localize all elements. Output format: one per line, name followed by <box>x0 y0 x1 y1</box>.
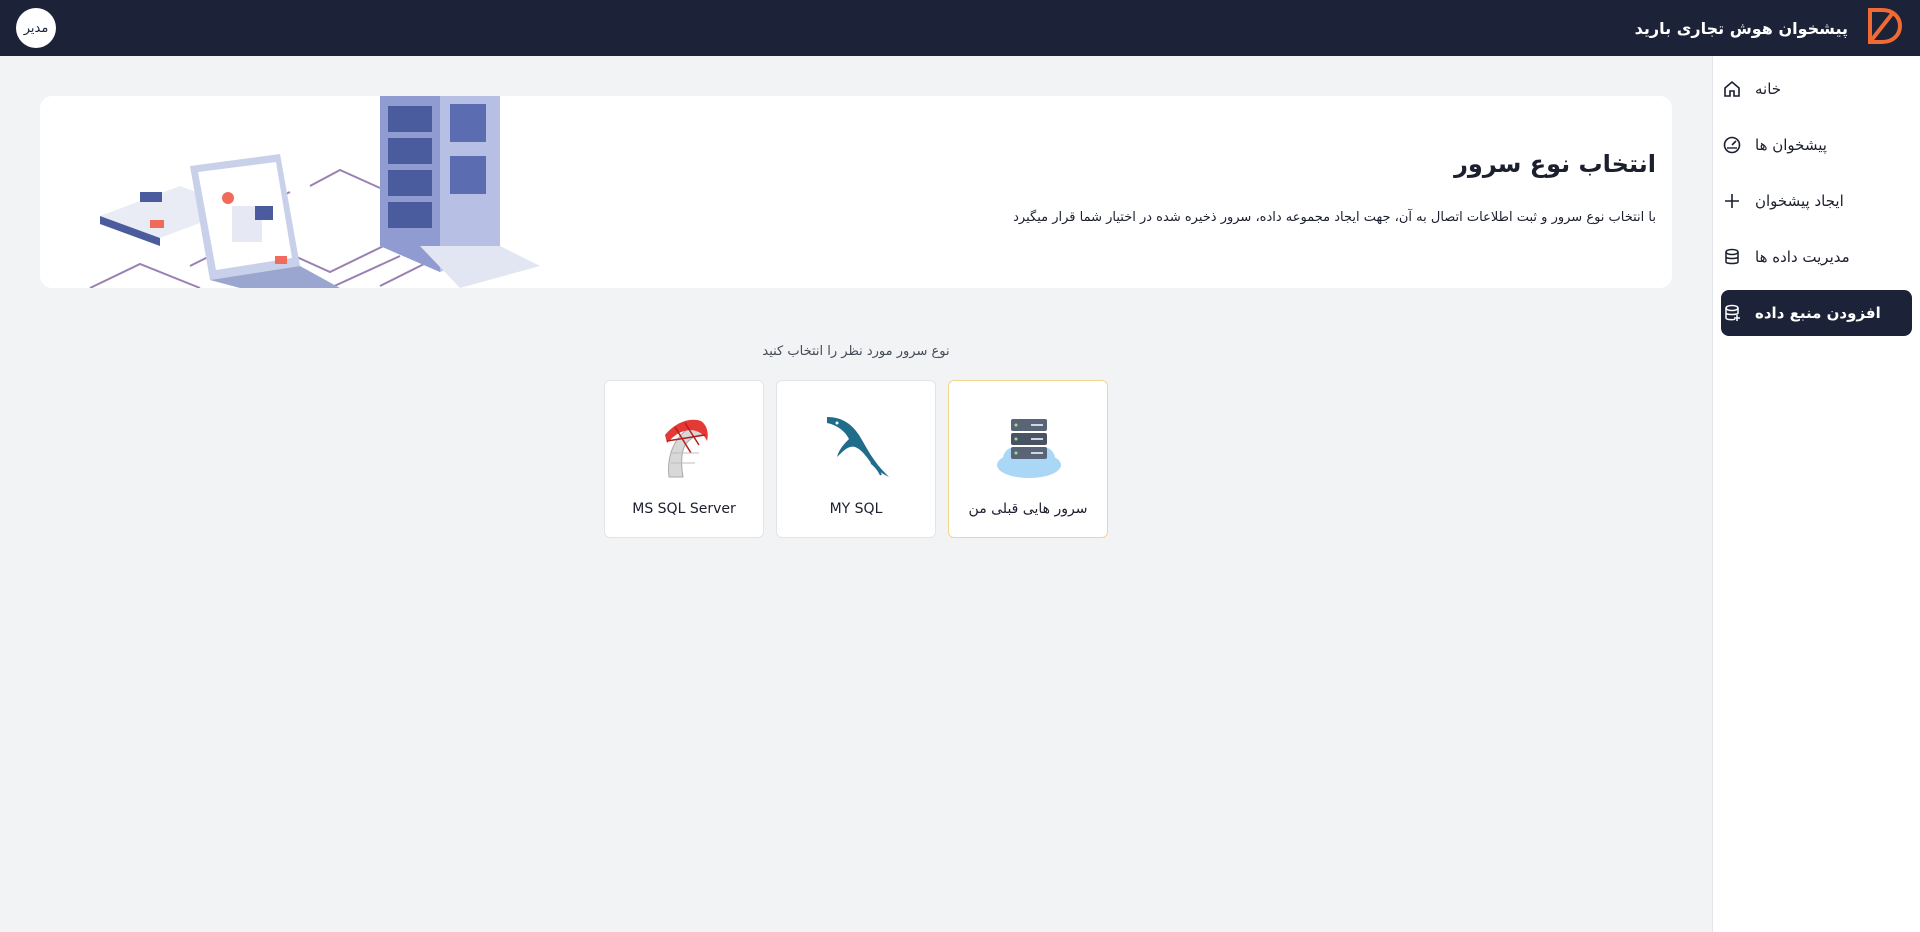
add-datasource-icon <box>1721 302 1743 324</box>
user-avatar[interactable]: مدیر <box>16 8 56 48</box>
plus-icon <box>1721 190 1743 212</box>
main-content: انتخاب نوع سرور با انتخاب نوع سرور و ثبت… <box>0 56 1712 932</box>
database-icon <box>1721 246 1743 268</box>
sidebar-item-data-management[interactable]: مدیریت داده ها <box>1721 234 1912 280</box>
server-type-cards: سرور هایی قبلی من MY SQL MS SQL Server <box>604 380 1108 538</box>
sidebar-item-label: خانه <box>1755 80 1782 98</box>
brand-title: پیشخوان هوش تجاری بارید <box>1634 18 1848 38</box>
dashboard-icon <box>1721 134 1743 156</box>
server-card-mysql[interactable]: MY SQL <box>776 380 936 538</box>
brand[interactable]: پیشخوان هوش تجاری بارید <box>1635 6 1906 50</box>
sidebar: خانه پیشخوان ها ایجاد پیشخوان مدیریت داد… <box>1712 56 1920 932</box>
mysql-dolphin-icon <box>817 413 897 481</box>
server-illustration <box>80 96 580 288</box>
hero-banner: انتخاب نوع سرور با انتخاب نوع سرور و ثبت… <box>40 96 1672 288</box>
card-label: سرور هایی قبلی من <box>968 501 1088 517</box>
server-card-mssql[interactable]: MS SQL Server <box>604 380 764 538</box>
mssql-server-icon <box>645 413 725 481</box>
sidebar-item-label: مدیریت داده ها <box>1755 248 1850 266</box>
sidebar-item-label: افزودن منبع داده <box>1755 304 1881 322</box>
server-type-prompt: نوع سرور مورد نظر را انتخاب کنید <box>762 344 950 359</box>
sidebar-item-label: ایجاد پیشخوان <box>1755 192 1844 210</box>
sidebar-item-label: پیشخوان ها <box>1755 136 1827 154</box>
sidebar-item-add-datasource[interactable]: افزودن منبع داده <box>1721 290 1912 336</box>
cloud-server-icon <box>989 413 1069 481</box>
sidebar-item-create-dashboard[interactable]: ایجاد پیشخوان <box>1721 178 1912 224</box>
page-description: با انتخاب نوع سرور و ثبت اطلاعات اتصال ب… <box>1013 210 1656 225</box>
sidebar-item-home[interactable]: خانه <box>1721 66 1912 112</box>
top-bar: پیشخوان هوش تجاری بارید مدیر <box>0 0 1920 56</box>
card-label: MY SQL <box>829 501 883 517</box>
sidebar-item-dashboards[interactable]: پیشخوان ها <box>1721 122 1912 168</box>
brand-logo-icon <box>1862 4 1906 52</box>
server-card-previous[interactable]: سرور هایی قبلی من <box>948 380 1108 538</box>
card-label: MS SQL Server <box>632 501 736 517</box>
page-title: انتخاب نوع سرور <box>1454 150 1656 178</box>
home-icon <box>1721 78 1743 100</box>
